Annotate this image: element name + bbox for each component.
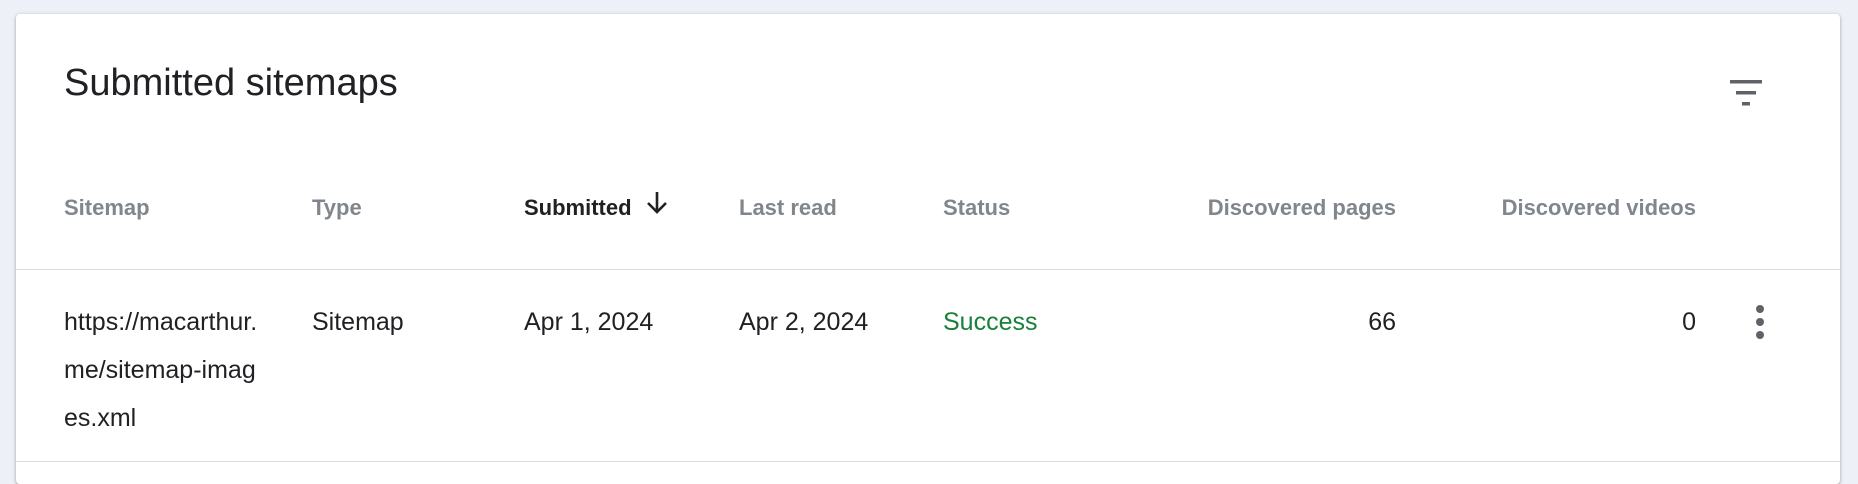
column-header-type[interactable]: Type (312, 195, 362, 221)
column-header-last-read[interactable]: Last read (739, 195, 837, 221)
submitted-date: Apr 1, 2024 (524, 308, 654, 336)
more-vert-icon (1756, 305, 1764, 339)
card-header: Submitted sitemaps (16, 14, 1840, 144)
row-more-button[interactable] (1740, 298, 1780, 346)
column-header-sitemap[interactable]: Sitemap (64, 195, 150, 221)
column-header-discovered-pages[interactable]: Discovered pages (1106, 195, 1396, 221)
sitemap-type: Sitemap (312, 308, 404, 336)
sitemap-url: https://macarthur.me/sitemap-images.xml (64, 308, 258, 432)
column-header-submitted[interactable]: Submitted (524, 191, 668, 221)
table-row[interactable]: https://macarthur.me/sitemap-images.xml … (16, 270, 1840, 462)
discovered-videos-count: 0 (1682, 308, 1696, 336)
column-header-discovered-videos[interactable]: Discovered videos (1406, 195, 1696, 221)
table-header-row: Sitemap Type Submitted Last read Status … (16, 164, 1840, 270)
column-header-submitted-label: Submitted (524, 195, 632, 220)
arrow-down-icon (646, 191, 668, 221)
column-header-status[interactable]: Status (943, 195, 1010, 221)
submitted-sitemaps-card: Submitted sitemaps Sitemap Type Submitte… (16, 14, 1840, 484)
discovered-pages-count: 66 (1368, 308, 1396, 336)
filter-list-icon (1730, 80, 1762, 106)
status-text: Success (943, 308, 1038, 336)
card-title: Submitted sitemaps (64, 62, 398, 104)
filter-button[interactable] (1716, 56, 1776, 116)
last-read-date: Apr 2, 2024 (739, 308, 869, 336)
